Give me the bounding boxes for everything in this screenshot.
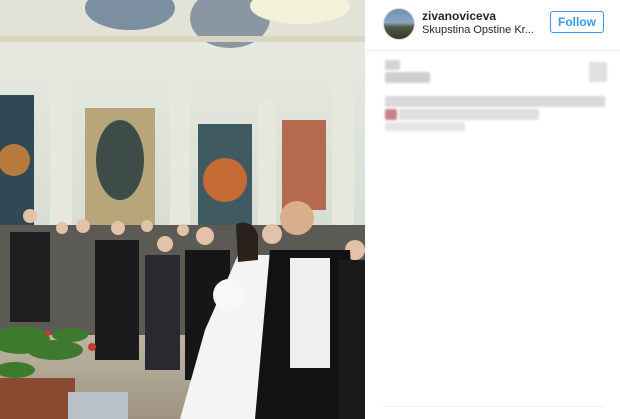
avatar[interactable] bbox=[383, 8, 415, 40]
location-link[interactable]: Skupstina Opstine Kr... bbox=[422, 24, 540, 36]
follow-button[interactable]: Follow bbox=[550, 11, 604, 33]
username-link[interactable]: zivanoviceva bbox=[422, 9, 496, 23]
blurred-caption-accent bbox=[385, 109, 397, 120]
blurred-comment-text bbox=[385, 72, 430, 83]
divider bbox=[383, 406, 605, 407]
blurred-caption-line2 bbox=[399, 109, 539, 120]
wedding-photo-icon bbox=[0, 0, 365, 419]
post-header: zivanoviceva Skupstina Opstine Kr... Fol… bbox=[365, 0, 620, 51]
blurred-timestamp bbox=[589, 62, 607, 82]
blurred-caption-line3 bbox=[385, 122, 465, 131]
blurred-comment-author bbox=[385, 60, 400, 70]
post-photo[interactable] bbox=[0, 0, 365, 419]
blurred-caption bbox=[385, 96, 605, 107]
post-sidebar: zivanoviceva Skupstina Opstine Kr... Fol… bbox=[365, 0, 620, 419]
